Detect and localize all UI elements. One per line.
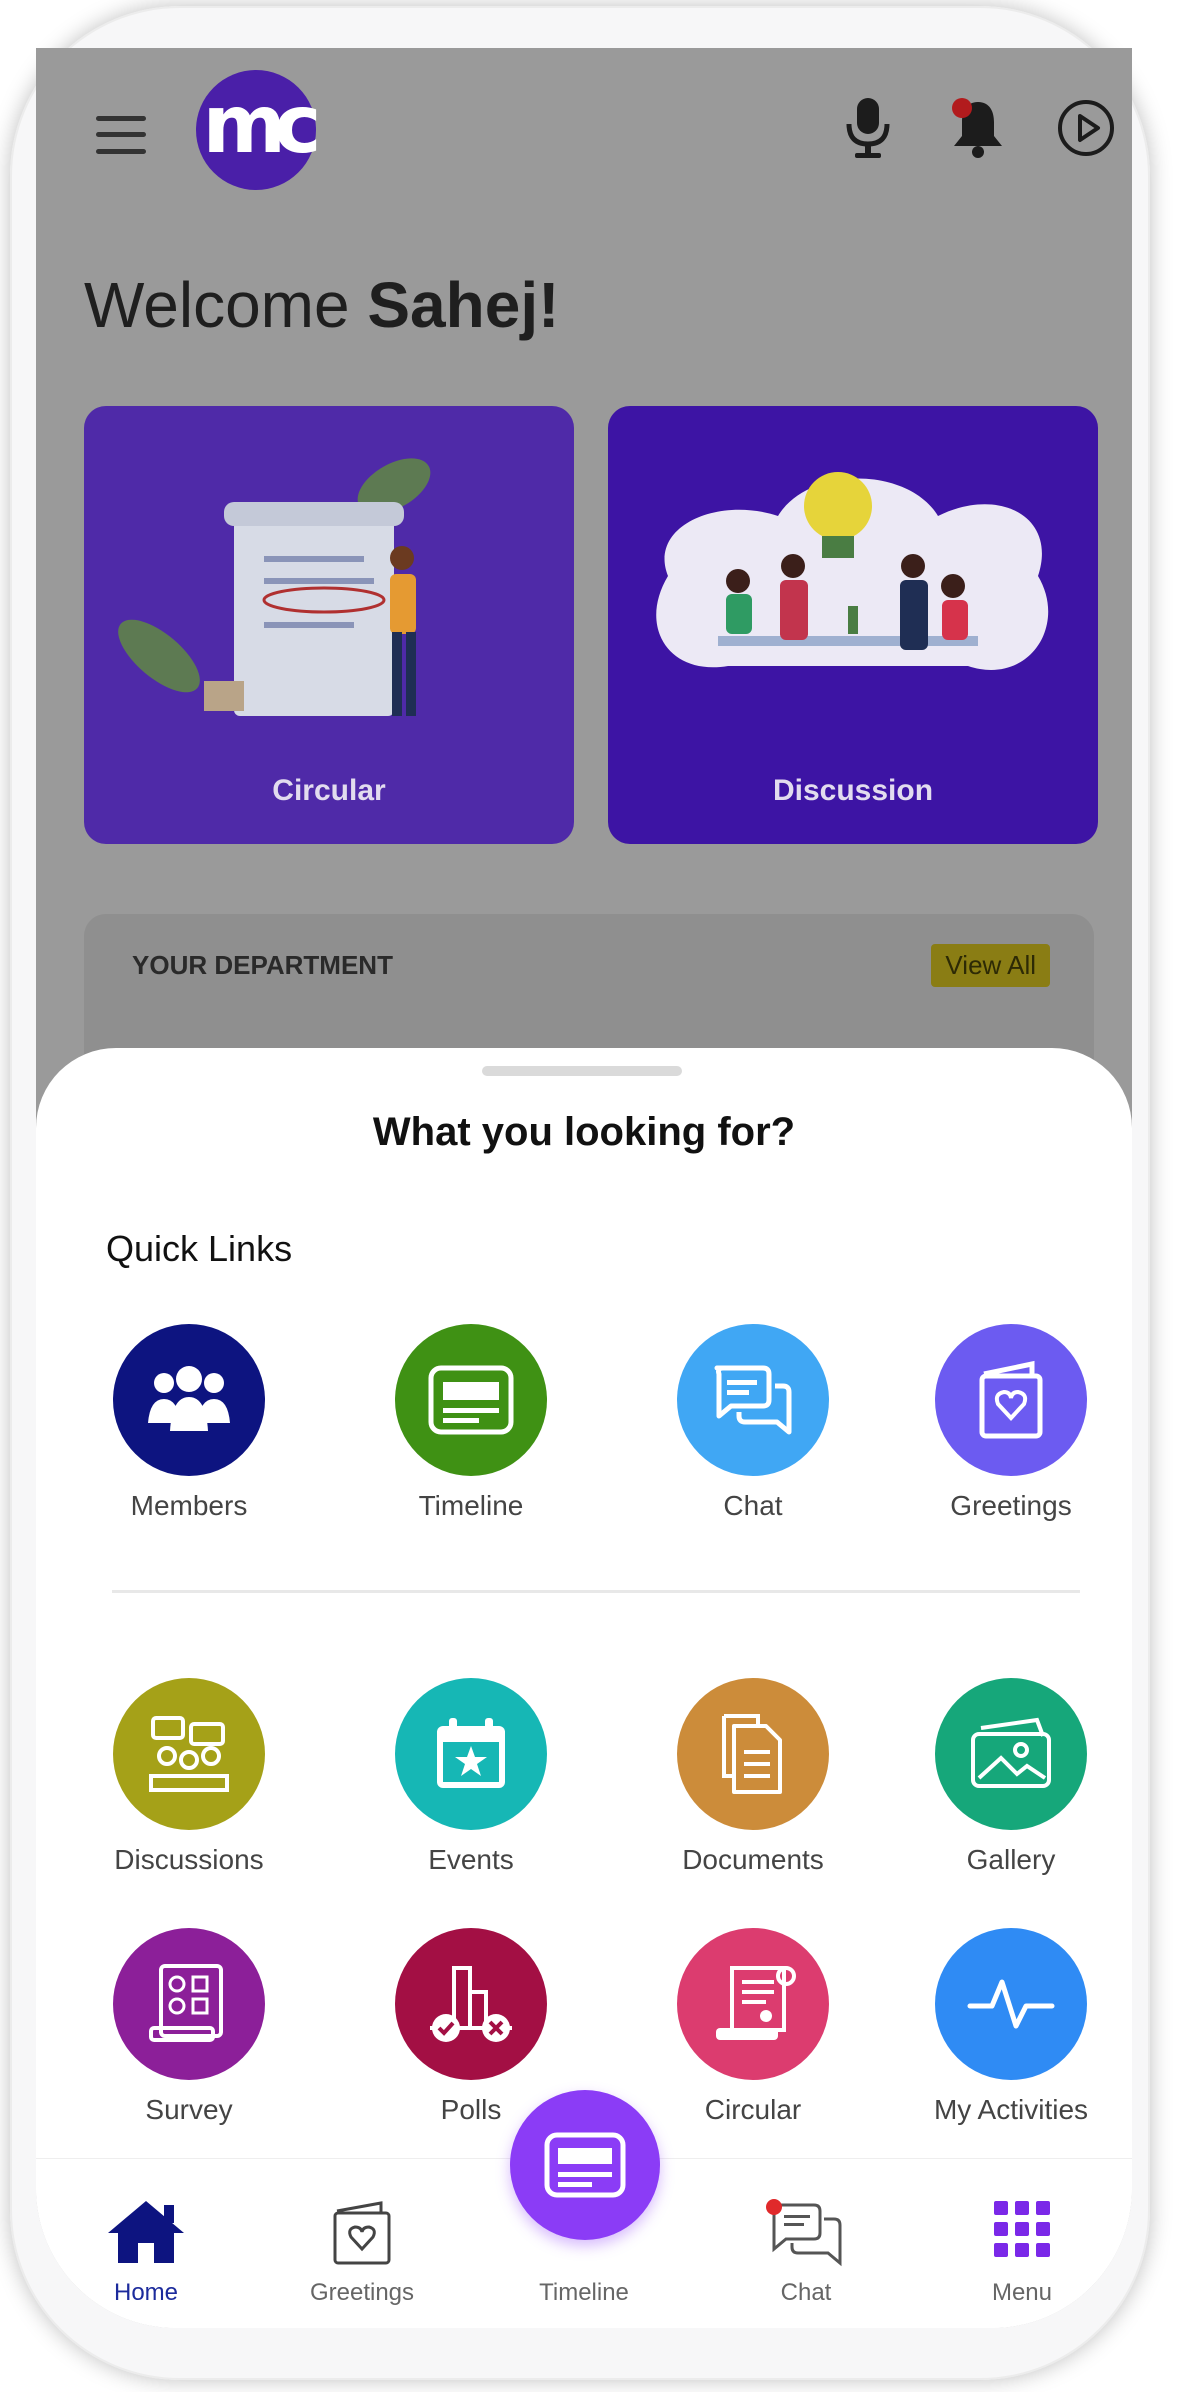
quick-link-members[interactable]: Members — [84, 1324, 294, 1522]
quick-links-title: Quick Links — [106, 1228, 293, 1269]
polls-icon — [395, 1928, 547, 2080]
link-label: Circular — [704, 2094, 802, 2125]
play-circle-icon[interactable] — [1046, 88, 1126, 168]
circular-card[interactable]: Circular — [84, 406, 574, 844]
link-discussions[interactable]: Discussions — [84, 1678, 294, 1876]
chat-badge — [766, 2199, 782, 2215]
nav-greetings[interactable]: Greetings — [272, 2159, 452, 2328]
survey-icon — [113, 1928, 265, 2080]
gallery-icon — [935, 1678, 1087, 1830]
view-all-button[interactable]: View All — [931, 944, 1050, 987]
greeting-card-icon — [935, 1324, 1087, 1476]
discussion-illustration — [656, 472, 1049, 670]
timeline-icon — [395, 1324, 547, 1476]
link-label: Survey — [145, 2094, 233, 2125]
circular-card-label: Circular — [272, 774, 386, 807]
notification-badge — [952, 98, 972, 118]
quick-link-greetings[interactable]: Greetings — [906, 1324, 1116, 1522]
link-documents[interactable]: Documents — [648, 1678, 858, 1876]
greeting-card-icon — [331, 2199, 393, 2271]
top-bar: mc — [36, 48, 1132, 248]
chat-icon — [677, 1324, 829, 1476]
section-divider — [112, 1590, 1080, 1593]
activity-pulse-icon — [935, 1928, 1087, 2080]
quick-link-label: Members — [130, 1490, 248, 1521]
nav-label: Chat — [780, 2279, 832, 2306]
nav-home[interactable]: Home — [56, 2159, 236, 2328]
nav-label: Greetings — [309, 2279, 415, 2306]
nav-chat[interactable]: Chat — [716, 2159, 896, 2328]
welcome-heading: Welcome Sahej! — [84, 269, 560, 341]
sheet-title: What you looking for? — [372, 1110, 796, 1154]
discussion-card[interactable]: Discussion — [608, 406, 1098, 844]
sheet-drag-handle[interactable] — [482, 1066, 682, 1076]
members-icon — [113, 1324, 265, 1476]
microphone-icon[interactable] — [828, 88, 908, 168]
circular-scroll-icon — [677, 1928, 829, 2080]
circular-illustration — [118, 458, 431, 716]
discussion-card-label: Discussion — [772, 774, 934, 807]
link-label: Events — [428, 1844, 514, 1875]
chat-icon — [764, 2199, 848, 2273]
link-label: Gallery — [966, 1844, 1056, 1875]
timeline-fab-button[interactable] — [510, 2090, 660, 2240]
link-circular[interactable]: Circular — [648, 1928, 858, 2126]
link-polls[interactable]: Polls — [366, 1928, 576, 2126]
link-label: Documents — [682, 1844, 824, 1875]
home-icon — [106, 2199, 186, 2269]
notification-bell-icon[interactable] — [938, 88, 1018, 168]
quick-link-chat[interactable]: Chat — [648, 1324, 858, 1522]
link-my-activities[interactable]: My Activities — [906, 1928, 1116, 2126]
nav-label: Home — [113, 2279, 179, 2306]
grid-menu-icon — [992, 2199, 1052, 2263]
timeline-icon — [544, 2132, 626, 2198]
discussions-icon — [113, 1678, 265, 1830]
nav-label: Timeline — [539, 2279, 629, 2306]
link-events[interactable]: Events — [366, 1678, 576, 1876]
quick-link-timeline[interactable]: Timeline — [366, 1324, 576, 1522]
quick-link-label: Timeline — [418, 1490, 524, 1521]
app-logo: mc — [196, 70, 321, 190]
nav-label: Menu — [991, 2279, 1053, 2306]
nav-menu[interactable]: Menu — [932, 2159, 1112, 2328]
calendar-star-icon — [395, 1678, 547, 1830]
link-label: Discussions — [114, 1844, 264, 1875]
link-survey[interactable]: Survey — [84, 1928, 294, 2126]
link-label: My Activities — [933, 2094, 1089, 2125]
app-screen: mc Welcome Sahej! Circular Discussion YO… — [36, 48, 1132, 2328]
department-title: YOUR DEPARTMENT — [132, 950, 393, 980]
link-gallery[interactable]: Gallery — [906, 1678, 1116, 1876]
hamburger-menu-icon[interactable] — [96, 110, 146, 160]
quick-link-label: Chat — [723, 1490, 783, 1521]
documents-icon — [677, 1678, 829, 1830]
quick-link-label: Greetings — [950, 1490, 1072, 1521]
